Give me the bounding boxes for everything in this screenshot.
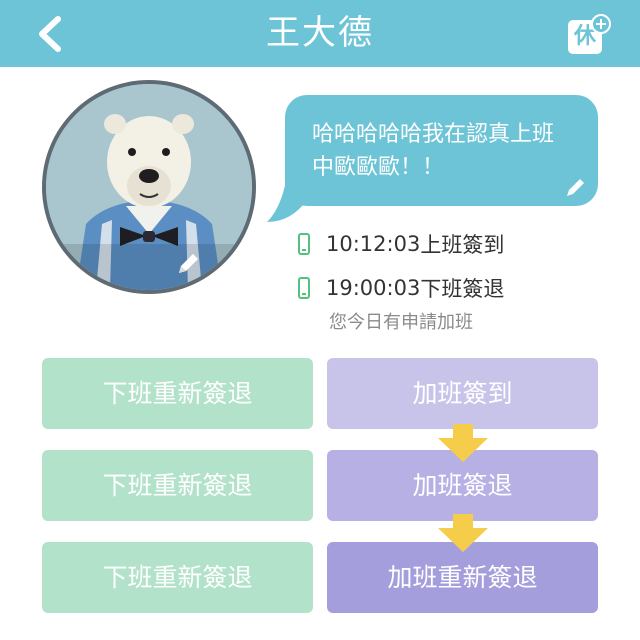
re-checkout-button[interactable]: 下班重新簽退 — [42, 358, 313, 429]
page-title: 王大德 — [266, 13, 374, 53]
phone-icon — [298, 277, 310, 299]
overtime-note: 您今日有申請加班 — [329, 312, 473, 333]
check-out-record: 19:00:03 下班簽退 — [298, 274, 504, 302]
phone-icon — [298, 233, 310, 255]
pencil-icon[interactable] — [564, 175, 588, 199]
app-header: 王大德 休 — [0, 0, 640, 67]
check-in-time: 10:12:03 — [326, 232, 421, 256]
leave-request-button[interactable]: 休 — [568, 14, 612, 56]
overtime-re-checkout-button[interactable]: 加班重新簽退 — [327, 542, 598, 613]
check-in-record: 10:12:03 上班簽到 — [298, 230, 504, 258]
check-out-label: 下班簽退 — [420, 277, 505, 301]
arrow-down-icon — [438, 424, 488, 462]
check-in-label: 上班簽到 — [420, 233, 505, 257]
plus-icon — [591, 14, 611, 34]
polar-bear-portrait — [46, 84, 252, 290]
check-out-time: 19:00:03 — [326, 276, 421, 300]
avatar-image — [46, 84, 252, 290]
status-message: 哈哈哈哈哈我在認真上班中歐歐歐！！ — [312, 122, 555, 180]
re-checkout-button[interactable]: 下班重新簽退 — [42, 450, 313, 521]
avatar[interactable] — [42, 80, 256, 294]
overtime-check-in-button[interactable]: 加班簽到 — [327, 358, 598, 429]
pencil-icon[interactable] — [174, 250, 202, 278]
arrow-down-icon — [438, 514, 488, 552]
re-checkout-button[interactable]: 下班重新簽退 — [42, 542, 313, 613]
